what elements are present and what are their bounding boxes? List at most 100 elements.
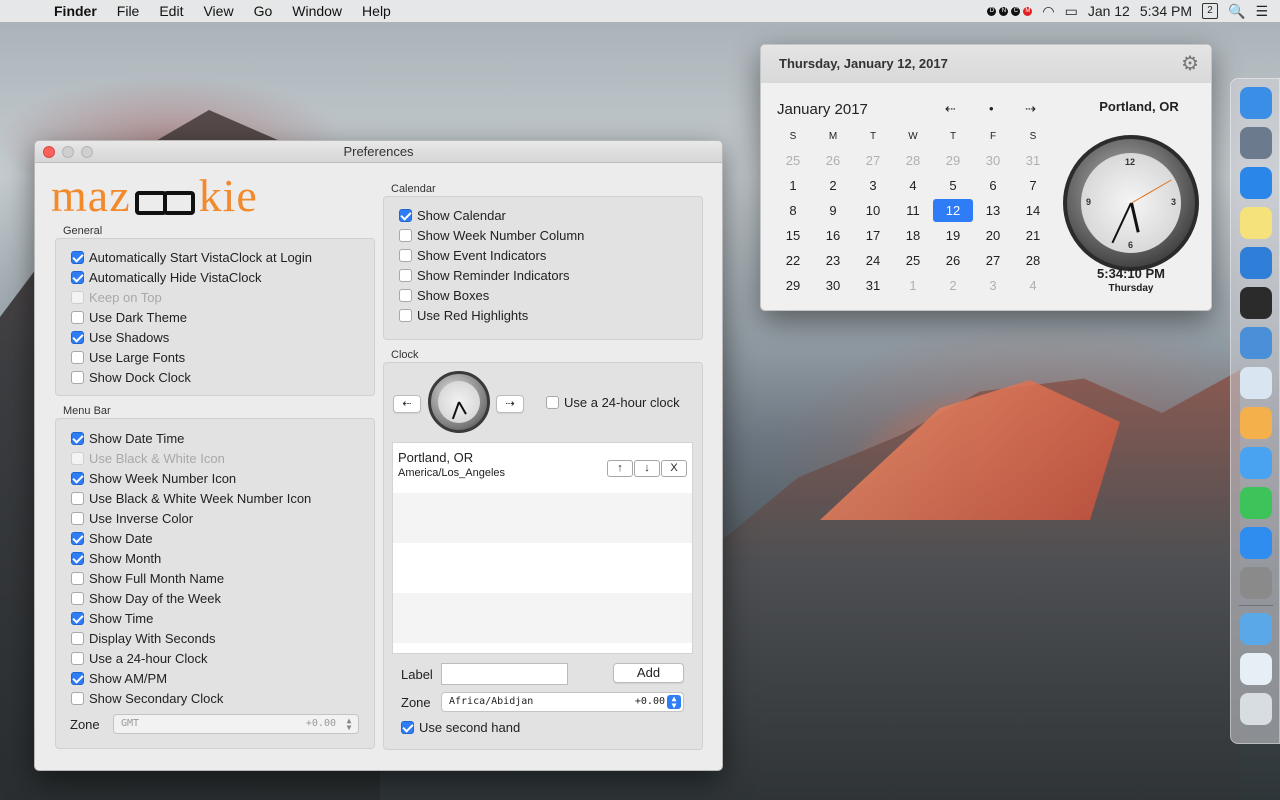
trash-icon[interactable] <box>1240 693 1272 725</box>
menubar-checkbox-7[interactable]: Show Full Month Name <box>56 568 374 588</box>
system-preferences-icon[interactable] <box>1240 567 1272 599</box>
menu-window[interactable]: Window <box>282 3 352 19</box>
calendar-day[interactable]: 21 <box>1013 223 1053 248</box>
menubar-zone-select[interactable]: GMT +0.00 ▲ ▼ <box>113 714 359 734</box>
app-store-icon[interactable] <box>1240 527 1272 559</box>
calendar-day[interactable]: 31 <box>1013 148 1053 173</box>
calendar-day[interactable]: 26 <box>813 148 853 173</box>
xcode-icon[interactable] <box>1240 247 1272 279</box>
calendar-day[interactable]: 8 <box>773 198 813 223</box>
calendar-day[interactable]: 14 <box>1013 198 1053 223</box>
calendar-day[interactable]: 28 <box>1013 248 1053 273</box>
notification-center-icon[interactable]: ☰ <box>1255 3 1268 20</box>
menubar-checkbox-2[interactable]: Show Week Number Icon <box>56 468 374 488</box>
menu-view[interactable]: View <box>193 3 243 19</box>
calendar-day[interactable]: 27 <box>853 148 893 173</box>
calendar-day[interactable]: 3 <box>853 173 893 198</box>
calendar-day[interactable]: 31 <box>853 273 893 298</box>
messages-icon[interactable] <box>1240 447 1272 479</box>
general-checkbox-4[interactable]: Use Shadows <box>56 327 374 347</box>
calendar-checkbox-3[interactable]: Show Reminder Indicators <box>384 265 702 285</box>
menubar-checkbox-3[interactable]: Use Black & White Week Number Icon <box>56 488 374 508</box>
calendar-day[interactable]: 28 <box>893 148 933 173</box>
downloads-icon[interactable] <box>1240 613 1272 645</box>
calendar-day[interactable]: 5 <box>933 173 973 198</box>
dncm-status-icon[interactable]: D N C M <box>987 6 1033 16</box>
week-number-icon[interactable]: 2 <box>1202 3 1218 19</box>
calendar-day[interactable]: 2 <box>933 273 973 298</box>
launchpad-icon[interactable] <box>1240 127 1272 159</box>
screenshot-icon[interactable] <box>1240 653 1272 685</box>
calendar-day[interactable]: 16 <box>813 223 853 248</box>
use-second-hand-checkbox[interactable]: Use second hand <box>401 720 520 735</box>
calendar-day[interactable]: 3 <box>973 273 1013 298</box>
photos-icon[interactable] <box>1240 407 1272 439</box>
calendar-day[interactable]: 29 <box>773 273 813 298</box>
calendar-day[interactable]: 20 <box>973 223 1013 248</box>
calendar-day[interactable]: 1 <box>773 173 813 198</box>
safari-icon[interactable] <box>1240 167 1272 199</box>
menubar-checkbox-8[interactable]: Show Day of the Week <box>56 588 374 608</box>
clock-zone-select[interactable]: Africa/Abidjan +0.00 ▲ ▼ <box>441 692 684 712</box>
calendar-prev-button[interactable]: ⇠ <box>945 101 956 117</box>
calendar-day[interactable]: 4 <box>893 173 933 198</box>
menubar-checkbox-13[interactable]: Show Secondary Clock <box>56 688 374 708</box>
wifi-icon[interactable]: ◠ <box>1042 3 1054 20</box>
clock-next-button[interactable]: ⇢ <box>496 395 524 413</box>
calendar-day[interactable]: 19 <box>933 223 973 248</box>
move-up-button[interactable]: ↑ <box>607 460 633 477</box>
gear-icon[interactable]: ⚙ <box>1181 54 1199 74</box>
menu-finder[interactable]: Finder <box>44 3 107 19</box>
calendar-day[interactable]: 26 <box>933 248 973 273</box>
menubar-checkbox-4[interactable]: Use Inverse Color <box>56 508 374 528</box>
calendar-day-today[interactable]: 12 <box>933 199 973 222</box>
calendar-day[interactable]: 10 <box>853 198 893 223</box>
menubar-checkbox-10[interactable]: Display With Seconds <box>56 628 374 648</box>
quicktime-icon[interactable] <box>1240 327 1272 359</box>
calendar-day[interactable]: 6 <box>973 173 1013 198</box>
general-checkbox-6[interactable]: Show Dock Clock <box>56 367 374 387</box>
calendar-day[interactable]: 23 <box>813 248 853 273</box>
notes-icon[interactable] <box>1240 207 1272 239</box>
calendar-checkbox-2[interactable]: Show Event Indicators <box>384 245 702 265</box>
calendar-day[interactable]: 18 <box>893 223 933 248</box>
label-input[interactable] <box>441 663 568 685</box>
close-button[interactable] <box>43 146 55 158</box>
general-checkbox-0[interactable]: Automatically Start VistaClock at Login <box>56 247 374 267</box>
preferences-titlebar[interactable]: Preferences <box>35 141 722 163</box>
calendar-next-button[interactable]: ⇢ <box>1025 101 1036 117</box>
calendar-checkbox-0[interactable]: Show Calendar <box>384 205 702 225</box>
move-down-button[interactable]: ↓ <box>634 460 660 477</box>
menubar-time[interactable]: 5:34 PM <box>1140 3 1192 19</box>
menu-go[interactable]: Go <box>244 3 283 19</box>
calendar-day[interactable]: 22 <box>773 248 813 273</box>
menu-file[interactable]: File <box>107 3 150 19</box>
calendar-day[interactable]: 9 <box>813 198 853 223</box>
spotlight-search-icon[interactable]: 🔍 <box>1228 3 1245 20</box>
timezone-list[interactable]: Portland, OR America/Los_Angeles ↑ ↓ X <box>392 442 693 654</box>
use-24-hour-clock-checkbox[interactable]: Use a 24-hour clock <box>546 395 680 410</box>
menu-edit[interactable]: Edit <box>149 3 193 19</box>
calendar-day[interactable]: 29 <box>933 148 973 173</box>
zoom-button[interactable] <box>81 146 93 158</box>
menubar-checkbox-6[interactable]: Show Month <box>56 548 374 568</box>
calendar-day[interactable]: 24 <box>853 248 893 273</box>
menubar-checkbox-9[interactable]: Show Time <box>56 608 374 628</box>
finder-icon[interactable] <box>1240 87 1272 119</box>
remove-timezone-button[interactable]: X <box>661 460 687 477</box>
clock-prev-button[interactable]: ⇠ <box>393 395 421 413</box>
minimize-button[interactable] <box>62 146 74 158</box>
calendar-day[interactable]: 17 <box>853 223 893 248</box>
menubar-checkbox-12[interactable]: Show AM/PM <box>56 668 374 688</box>
add-button[interactable]: Add <box>613 663 684 683</box>
preview-icon[interactable] <box>1240 367 1272 399</box>
facetime-icon[interactable] <box>1240 487 1272 519</box>
battery-icon[interactable]: ▭ <box>1065 3 1078 20</box>
menubar-checkbox-5[interactable]: Show Date <box>56 528 374 548</box>
calendar-day[interactable]: 1 <box>893 273 933 298</box>
menubar-date[interactable]: Jan 12 <box>1088 3 1130 19</box>
menu-help[interactable]: Help <box>352 3 401 19</box>
calendar-checkbox-1[interactable]: Show Week Number Column <box>384 225 702 245</box>
calendar-day[interactable]: 7 <box>1013 173 1053 198</box>
timezone-row[interactable]: Portland, OR America/Los_Angeles ↑ ↓ X <box>393 443 692 493</box>
